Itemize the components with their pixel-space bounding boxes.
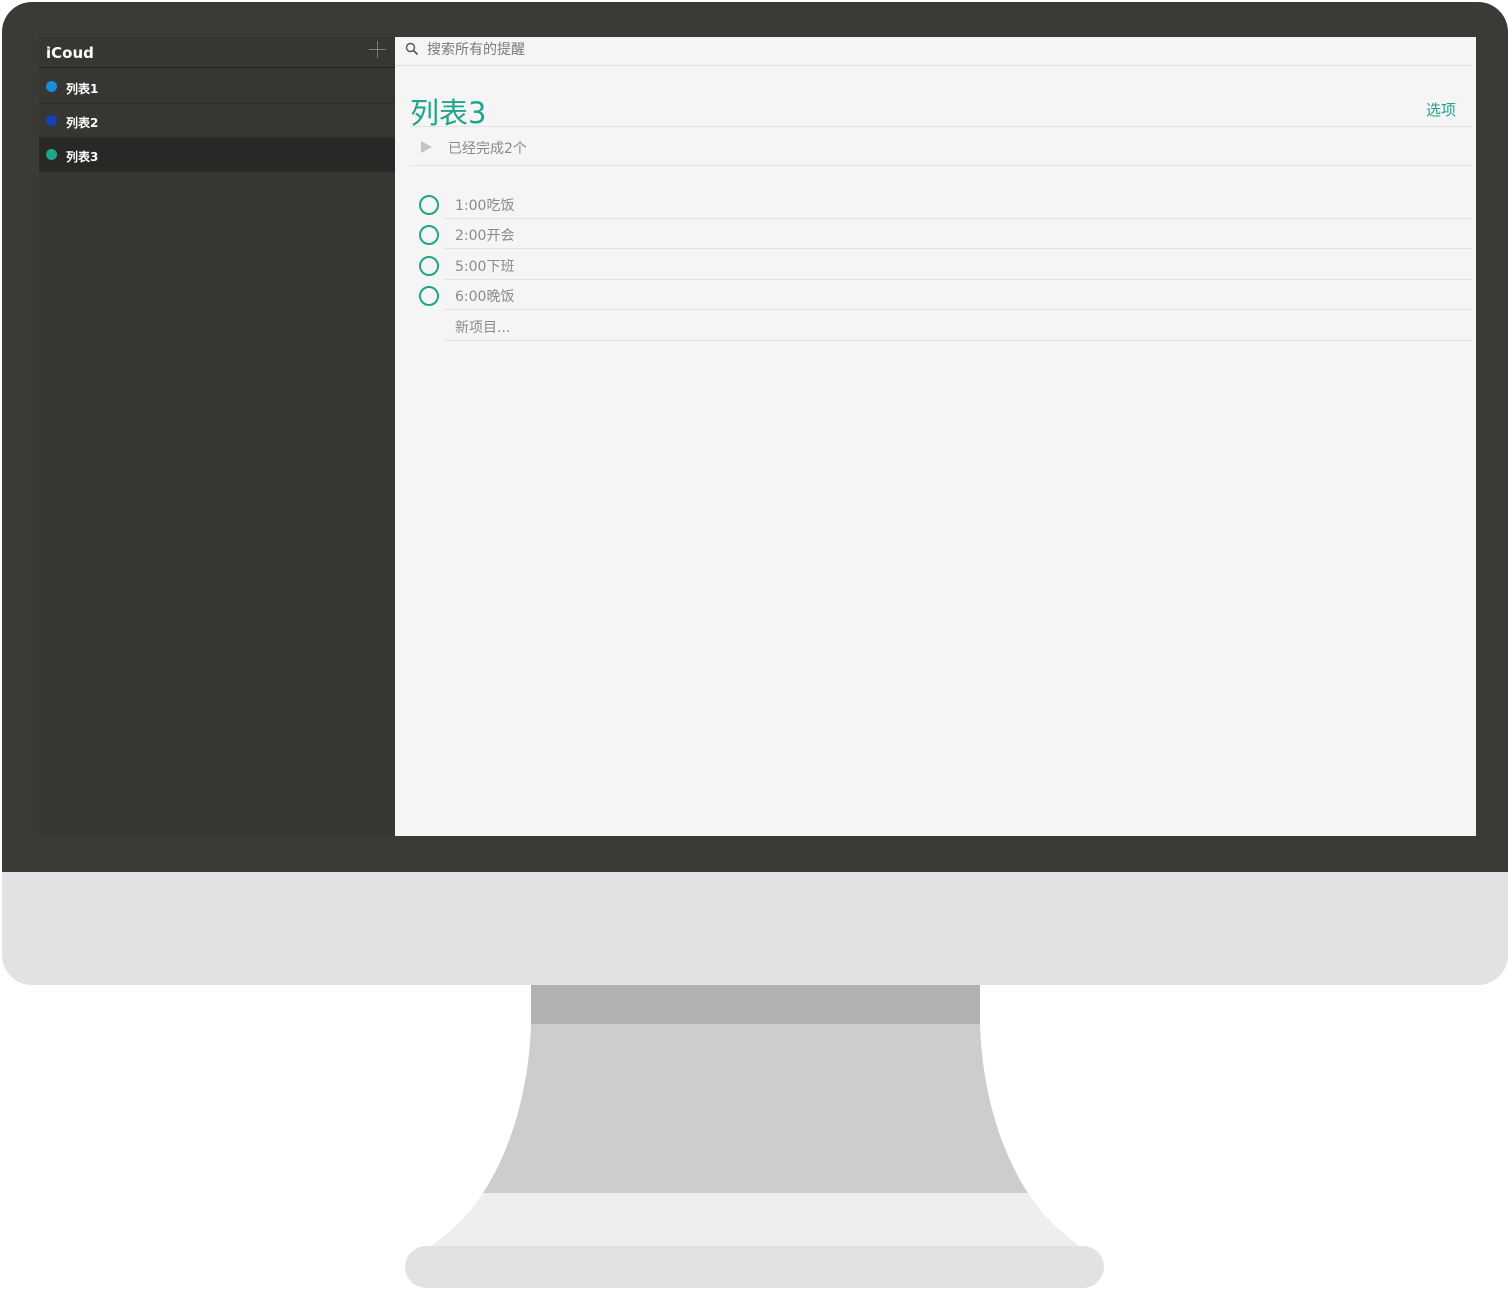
divider xyxy=(410,165,1472,166)
options-button[interactable]: 选项 xyxy=(1426,99,1456,120)
list-color-dot xyxy=(46,81,57,92)
sidebar-item-label: 列表1 xyxy=(66,82,99,96)
sidebar-header: iCoud xyxy=(39,37,395,68)
task-text[interactable]: 2:00开会 xyxy=(455,225,514,245)
task-checkbox[interactable] xyxy=(419,225,439,245)
sidebar-item-list3[interactable]: 列表3 xyxy=(39,138,395,172)
sidebar-item-label: 列表2 xyxy=(66,116,99,130)
task-text[interactable]: 5:00下班 xyxy=(455,256,514,276)
divider xyxy=(444,340,1472,341)
sidebar-item-list1[interactable]: 列表1 xyxy=(39,70,395,104)
list-color-dot xyxy=(46,115,57,126)
new-item-row[interactable]: 新项目... xyxy=(395,311,1472,341)
new-item-placeholder[interactable]: 新项目... xyxy=(455,317,510,337)
task-checkbox[interactable] xyxy=(419,256,439,276)
add-list-plus-icon[interactable] xyxy=(369,41,387,59)
task-item: 2:00开会 xyxy=(395,219,1472,249)
account-title: iCoud xyxy=(46,44,94,62)
task-checkbox[interactable] xyxy=(419,195,439,215)
search-bar xyxy=(395,37,1472,66)
task-item: 5:00下班 xyxy=(395,250,1472,280)
divider xyxy=(410,126,1472,127)
sidebar-item-label: 列表3 xyxy=(66,150,99,164)
monitor-foot xyxy=(405,1246,1104,1288)
completed-count-label: 已经完成2个 xyxy=(448,141,527,157)
task-text[interactable]: 1:00吃饭 xyxy=(455,195,514,215)
task-item: 6:00晚饭 xyxy=(395,280,1472,310)
disclosure-triangle-icon xyxy=(421,141,432,153)
sidebar-item-list2[interactable]: 列表2 xyxy=(39,104,395,138)
sidebar: iCoud 列表1 列表2 列表3 xyxy=(39,37,395,836)
reminders-panel: 列表3 选项 已经完成2个 1:00吃饭 2:00开会 5:00下班 6:00晚… xyxy=(395,37,1476,836)
task-item: 1:00吃饭 xyxy=(395,189,1472,219)
divider xyxy=(444,248,1472,249)
task-text[interactable]: 6:00晚饭 xyxy=(455,286,514,306)
list-color-dot xyxy=(46,149,57,160)
search-icon xyxy=(405,42,419,56)
divider xyxy=(444,309,1472,310)
search-input[interactable] xyxy=(425,39,1129,61)
show-completed-toggle[interactable]: 已经完成2个 xyxy=(421,137,821,157)
task-checkbox[interactable] xyxy=(419,286,439,306)
